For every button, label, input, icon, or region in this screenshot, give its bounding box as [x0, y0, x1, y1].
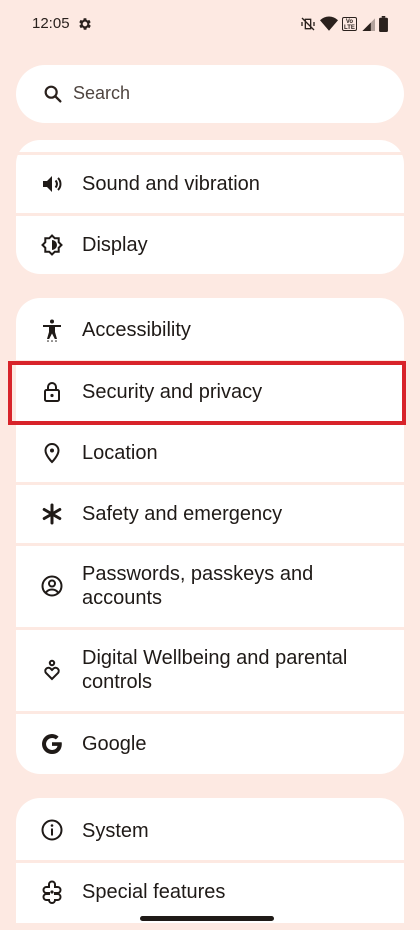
settings-item-label: System: [82, 820, 149, 842]
search-icon: [42, 83, 64, 105]
settings-group-3: System Special features: [16, 798, 404, 930]
settings-item-accessibility[interactable]: Accessibility: [16, 298, 404, 360]
vibrate-off-icon: [300, 16, 316, 32]
location-pin-icon: [40, 441, 64, 465]
settings-item-label: Special features: [82, 881, 226, 903]
settings-item-label: Passwords, passkeys and accounts: [82, 563, 314, 609]
account-circle-icon: [40, 574, 64, 598]
status-time: 12:05: [32, 15, 70, 32]
volte-icon: Vo LTE: [342, 17, 357, 31]
wifi-icon: [320, 16, 338, 32]
battery-icon: [379, 16, 388, 32]
settings-item-label: Accessibility: [82, 319, 191, 341]
info-icon: [40, 818, 64, 842]
settings-item-sound-vibration[interactable]: Sound and vibration: [16, 155, 404, 213]
search-placeholder: Search: [73, 83, 131, 103]
settings-item-label: Google: [82, 733, 147, 755]
accessibility-icon: [40, 318, 64, 342]
settings-item-safety-emergency[interactable]: Safety and emergency: [16, 485, 404, 543]
gesture-nav-handle[interactable]: [140, 916, 274, 921]
scrolled-item-edge: [16, 140, 404, 152]
search-bar[interactable]: Search: [16, 65, 404, 123]
settings-item-special-features[interactable]: Special features: [16, 863, 404, 923]
settings-item-label: Digital Wellbeing and parental controls: [82, 647, 348, 693]
volume-icon: [40, 172, 64, 196]
status-icons: Vo LTE: [300, 14, 388, 34]
settings-item-display[interactable]: Display: [16, 216, 404, 274]
settings-item-passwords-accounts[interactable]: Passwords, passkeys and accounts: [16, 546, 404, 627]
settings-item-label: Display: [82, 234, 148, 256]
settings-item-label: Sound and vibration: [82, 173, 260, 195]
settings-item-label: Safety and emergency: [82, 503, 283, 525]
signal-icon: [361, 16, 375, 32]
settings-group-1: Sound and vibration Display: [16, 140, 404, 274]
highlight-box: [8, 361, 406, 425]
special-features-icon: [40, 880, 64, 904]
google-g-icon: [40, 732, 64, 756]
wellbeing-icon: [40, 658, 64, 682]
settings-item-location[interactable]: Location: [16, 424, 404, 482]
settings-item-google[interactable]: Google: [16, 714, 404, 774]
asterisk-icon: [40, 502, 64, 526]
status-bar: 12:05 Vo LTE: [0, 0, 420, 48]
settings-item-digital-wellbeing[interactable]: Digital Wellbeing and parental controls: [16, 630, 404, 711]
settings-item-label: Location: [82, 442, 158, 464]
settings-item-system[interactable]: System: [16, 798, 404, 860]
brightness-icon: [40, 233, 64, 257]
settings-gear-icon: [77, 16, 93, 32]
